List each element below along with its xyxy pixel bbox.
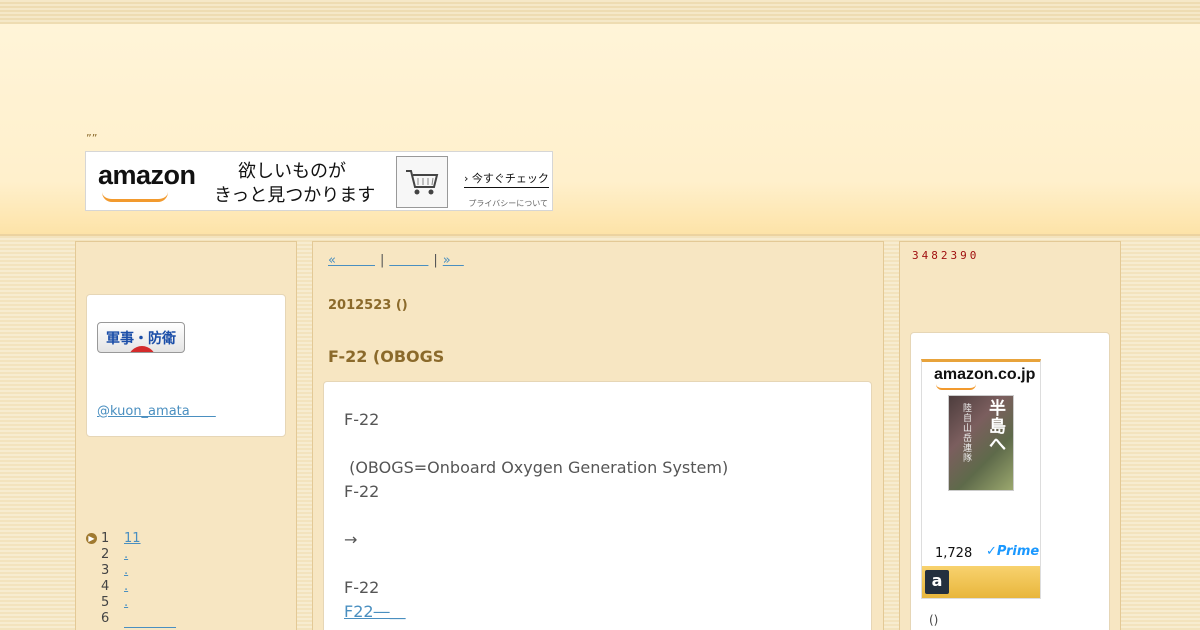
body-line: F-22 xyxy=(344,578,380,597)
body-line-link-row: F22―＿ xyxy=(344,600,851,624)
prev-post-link[interactable]: «＿＿＿ xyxy=(328,253,375,268)
check-now-link[interactable]: › 今すぐチェック xyxy=(464,170,549,188)
badge-label: 軍事・防衛 xyxy=(106,331,176,347)
rank-number: 4 xyxy=(101,579,110,594)
ad-card: amazon.co.jp 半島へ 陸自山岳連隊 1,728 ✓Prime a (… xyxy=(910,332,1110,630)
amazon-smile-icon xyxy=(102,192,168,202)
prime-badge: ✓Prime xyxy=(986,544,1040,559)
body-line xyxy=(344,432,851,456)
pager-separator: | xyxy=(433,253,438,268)
access-counter: 3482390 xyxy=(912,249,980,262)
military-defense-badge[interactable]: 軍事・防衛 xyxy=(97,322,185,353)
rank-number: 3 xyxy=(101,563,110,578)
book-cover-image[interactable]: 半島へ 陸自山岳連隊 xyxy=(948,395,1014,491)
book-subtitle: 陸自山岳連隊 xyxy=(963,404,973,464)
list-item: 3 . xyxy=(86,563,286,579)
banner-tagline-2: きっと見つかります xyxy=(214,185,376,206)
list-item: 2 . xyxy=(86,547,286,563)
amazon-jp-logo: amazon.co.jp xyxy=(934,366,1036,383)
rank-number: 1 xyxy=(101,531,110,546)
privacy-link[interactable]: プライバシーについて xyxy=(468,198,548,209)
post-body: F-22 (OBOGS=Onboard Oxygen Generation Sy… xyxy=(323,381,872,630)
top-strip xyxy=(0,0,1200,24)
body-line xyxy=(344,504,851,528)
body-link[interactable]: F22―＿ xyxy=(344,602,406,621)
left-sidebar: 軍事・防衛 @kuon_amata＿＿ ▶ 1 11 2 . 3 . 4 . 5… xyxy=(75,241,297,630)
next-post-link[interactable]: »＿ xyxy=(443,253,464,268)
post-pager: «＿＿＿ | ＿＿＿ | »＿ xyxy=(328,249,464,268)
cart-icon xyxy=(396,156,448,208)
ad-note: () xyxy=(929,613,939,627)
book-price: 1,728 xyxy=(935,546,973,561)
amazon-logo: amazon xyxy=(98,160,196,190)
home-link[interactable]: ＿＿＿ xyxy=(389,253,428,268)
body-line: F-22 xyxy=(344,410,380,429)
book-title: 半島へ xyxy=(989,399,1006,455)
rank-number: 6 xyxy=(101,611,110,626)
post-title[interactable]: F-22 (OBOGS xyxy=(328,347,444,366)
ad-footer: a xyxy=(922,566,1040,598)
amazon-a-icon[interactable]: a xyxy=(925,570,949,594)
banner-tagline-1: 欲しいものが xyxy=(238,161,346,182)
body-line: → xyxy=(344,530,358,549)
body-line xyxy=(344,552,851,576)
play-bullet-icon: ▶ xyxy=(86,533,97,544)
right-sidebar: 3482390 amazon.co.jp 半島へ 陸自山岳連隊 1,728 ✓P… xyxy=(899,241,1121,630)
check-now-label: 今すぐチェック xyxy=(471,172,549,185)
list-item: 4 . xyxy=(86,579,286,595)
rank-link[interactable]: . xyxy=(124,579,128,594)
pager-separator: | xyxy=(379,253,385,268)
list-item: 5 . xyxy=(86,595,286,611)
rank-link[interactable]: 11 xyxy=(124,531,141,546)
amazon-product-ad[interactable]: amazon.co.jp 半島へ 陸自山岳連隊 1,728 ✓Prime a xyxy=(921,359,1041,599)
body-line: F-22 xyxy=(344,482,380,501)
rank-link[interactable]: ＿＿＿＿ xyxy=(124,611,176,630)
rank-link[interactable]: . xyxy=(124,547,128,562)
profile-card: 軍事・防衛 @kuon_amata＿＿ xyxy=(86,294,286,437)
body-line: (OBOGS=Onboard Oxygen Generation System) xyxy=(344,458,729,477)
list-item: 6 ＿＿＿＿ xyxy=(86,611,286,630)
twitter-link[interactable]: @kuon_amata＿＿ xyxy=(97,400,216,419)
rank-number: 2 xyxy=(101,547,110,562)
blog-header: ”” amazon 欲しいものが きっと見つかります › 今すぐチェック プライ… xyxy=(0,24,1200,236)
post-date: 2012523 () xyxy=(328,298,408,313)
rank-link[interactable]: . xyxy=(124,595,128,610)
blog-description: ”” xyxy=(86,132,98,145)
rank-link[interactable]: . xyxy=(124,563,128,578)
ranking-list: ▶ 1 11 2 . 3 . 4 . 5 . 6 ＿＿＿＿ xyxy=(86,531,286,630)
list-item: ▶ 1 11 xyxy=(86,531,286,547)
amazon-banner-ad[interactable]: amazon 欲しいものが きっと見つかります › 今すぐチェック プライバシー… xyxy=(85,151,553,211)
main-content: «＿＿＿ | ＿＿＿ | »＿ 2012523 () F-22 (OBOGS F-22 … xyxy=(312,241,884,630)
amazon-smile-icon xyxy=(936,384,976,390)
rank-number: 5 xyxy=(101,595,110,610)
